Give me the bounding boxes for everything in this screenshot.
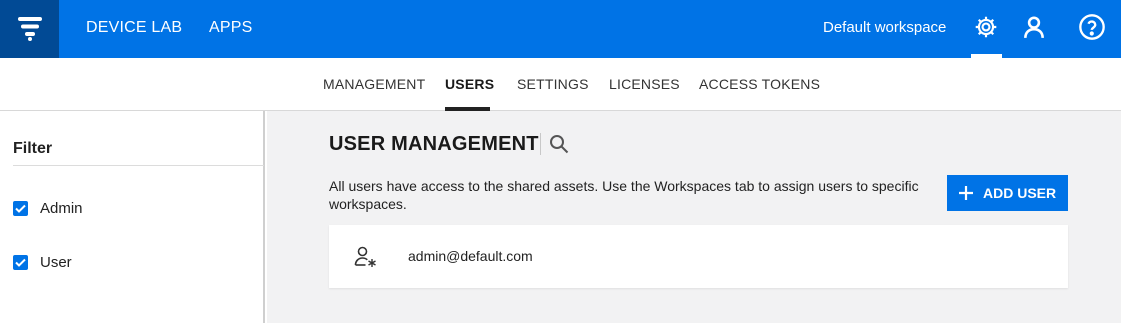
checkbox-user[interactable]: [13, 254, 28, 270]
filter-admin[interactable]: Admin: [13, 199, 83, 217]
workspace-selector[interactable]: Default workspace: [823, 0, 946, 58]
tab-management[interactable]: MANAGEMENT: [323, 58, 425, 111]
plus-icon: [959, 186, 973, 200]
tab-users[interactable]: USERS: [445, 58, 494, 111]
description: All users have access to the shared asse…: [329, 178, 919, 212]
tab-licenses[interactable]: LICENSES: [609, 58, 680, 111]
filter-label-admin: Admin: [40, 199, 83, 217]
filter-label-user: User: [40, 253, 72, 271]
user-icon[interactable]: [1020, 13, 1048, 41]
filter-sidebar: Filter Admin User: [0, 111, 265, 323]
add-user-label: ADD USER: [983, 185, 1057, 201]
page-title: USER MANAGEMENT: [329, 133, 539, 155]
gear-icon[interactable]: [972, 13, 1000, 41]
add-user-button[interactable]: ADD USER: [947, 175, 1068, 211]
help-icon[interactable]: [1078, 13, 1106, 41]
filter-title: Filter: [13, 140, 53, 157]
logo-icon[interactable]: [0, 0, 59, 58]
admin-user-icon: [354, 245, 378, 269]
user-email: admin@default.com: [408, 248, 533, 264]
nav-device-lab[interactable]: DEVICE LAB: [86, 0, 182, 58]
divider: [13, 165, 264, 166]
tab-settings[interactable]: SETTINGS: [517, 58, 589, 111]
divider: [540, 133, 541, 155]
top-bar: DEVICE LAB APPS Default workspace: [0, 0, 1121, 58]
filter-user[interactable]: User: [13, 253, 72, 271]
tab-bar: MANAGEMENT USERS SETTINGS LICENSES ACCES…: [0, 58, 1121, 111]
nav-apps[interactable]: APPS: [209, 0, 253, 58]
checkbox-admin[interactable]: [13, 200, 28, 216]
main-content: USER MANAGEMENT All users have access to…: [267, 111, 1121, 323]
search-icon[interactable]: [548, 133, 570, 155]
user-row[interactable]: admin@default.com: [329, 225, 1068, 288]
tab-access-tokens[interactable]: ACCESS TOKENS: [699, 58, 820, 111]
